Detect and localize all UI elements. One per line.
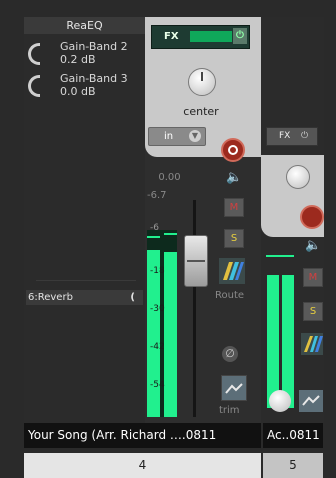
peak-hold <box>266 255 294 257</box>
track-number[interactable]: 4 <box>24 453 261 478</box>
envelope-icon <box>225 383 243 394</box>
fx-bypass-power-icon[interactable]: ⏻ <box>301 128 308 145</box>
meter-tick: -42 <box>150 342 165 352</box>
fx-plugin-name[interactable]: ReaEQ <box>24 17 145 34</box>
param-knob-icon[interactable] <box>28 75 40 97</box>
phase-invert-button[interactable]: ∅ <box>222 346 238 362</box>
fx-param-gain-band-2[interactable]: Gain-Band 2 0.2 dB <box>28 40 143 70</box>
divider <box>36 280 136 281</box>
meter-tick: -54 <box>150 380 165 390</box>
input-select[interactable]: in ▼ <box>148 127 206 146</box>
param-name: Gain-Band 3 <box>60 72 128 85</box>
input-label: in <box>164 131 174 142</box>
trim-label: trim <box>219 405 240 416</box>
pan-knob[interactable] <box>286 165 310 189</box>
solo-button[interactable]: S <box>224 229 244 248</box>
param-name: Gain-Band 2 <box>60 40 128 53</box>
route-icon <box>223 262 244 280</box>
chevron-down-icon: ▼ <box>189 130 201 142</box>
track-name-text: Ac..0811 <box>267 428 320 442</box>
meter-tick: -6 <box>150 223 159 233</box>
send-pan-icon[interactable]: ( <box>130 290 135 305</box>
pan-knob[interactable] <box>269 390 291 412</box>
param-value: 0.2 dB <box>60 53 96 66</box>
speaker-icon[interactable]: 🔈 <box>226 170 242 185</box>
pan-value: center <box>183 105 219 118</box>
fx-bypass-power-icon[interactable]: ⏻ <box>233 28 247 44</box>
envelope-icon <box>302 395 320 406</box>
route-label: Route <box>215 290 245 301</box>
track-name[interactable]: Ac..0811 <box>263 423 323 448</box>
track-name-text: Your Song (Arr. Richard ….0811 <box>28 428 217 442</box>
fx-label: FX <box>164 31 179 42</box>
fader-track <box>193 200 196 417</box>
route-button[interactable] <box>219 258 245 284</box>
track-name[interactable]: Your Song (Arr. Richard ….0811 <box>24 423 261 448</box>
fx-button[interactable]: FX ⏻ <box>151 25 250 49</box>
meter-left <box>267 275 279 408</box>
meter-tick: -18 <box>150 266 165 276</box>
route-icon <box>304 336 323 352</box>
fx-enabled-bar <box>190 31 232 42</box>
solo-button[interactable]: S <box>303 302 323 321</box>
pan-knob[interactable] <box>188 68 216 96</box>
send-slot[interactable]: 6:Reverb ( <box>26 290 143 305</box>
trim-envelope-button[interactable] <box>299 390 323 412</box>
speaker-icon[interactable]: 🔈 <box>305 238 321 253</box>
send-name: 6:Reverb <box>28 292 73 303</box>
meter-right <box>282 275 294 408</box>
track-number[interactable]: 5 <box>263 453 323 478</box>
fx-param-gain-band-3[interactable]: Gain-Band 3 0.0 dB <box>28 72 143 102</box>
mute-button[interactable]: M <box>224 198 244 217</box>
meter-tick: -30 <box>150 304 165 314</box>
trim-envelope-button[interactable] <box>221 375 247 401</box>
record-arm-button[interactable] <box>221 138 245 162</box>
fx-button[interactable]: FX ⏻ <box>266 127 318 146</box>
mute-button[interactable]: M <box>303 268 323 287</box>
meter-scale: -6 -18 -30 -42 -54 <box>150 196 180 416</box>
volume-readout: 0.00 <box>158 172 181 183</box>
param-knob-icon[interactable] <box>28 43 40 65</box>
fx-label: FX <box>279 131 291 141</box>
route-button[interactable] <box>301 333 323 355</box>
volume-fader[interactable] <box>184 235 208 287</box>
record-arm-button[interactable] <box>300 205 324 229</box>
param-value: 0.0 dB <box>60 85 96 98</box>
